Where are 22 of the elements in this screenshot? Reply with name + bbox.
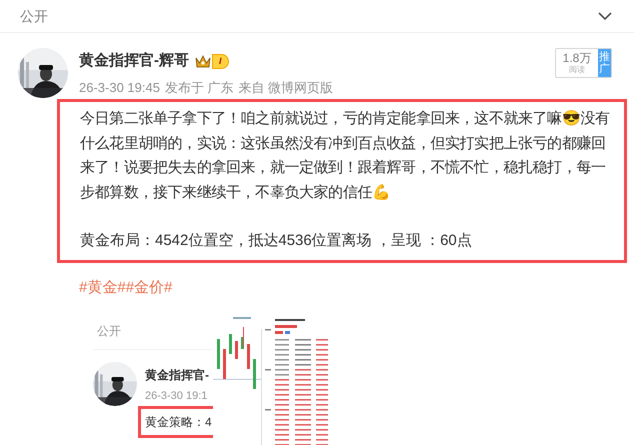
section-title: 公开 (20, 6, 48, 26)
image-section-title: 公开 (97, 324, 121, 338)
read-label: 阅读 (569, 65, 585, 75)
read-count: 1.8万 (562, 51, 592, 65)
hashtag-link[interactable]: #黄金# (79, 276, 126, 299)
image-author-name: 黄金指挥官- (145, 367, 209, 384)
post-time[interactable]: 26-3-30 19:45 (79, 78, 160, 97)
promote-button[interactable]: 推广 (598, 49, 611, 77)
avatar[interactable] (18, 48, 68, 98)
image-post-time: 26-3-30 19:1 (145, 389, 208, 404)
vip-badge: I (212, 54, 229, 69)
post-source: 来自 微博网页版 (238, 78, 334, 96)
post-text: 今日第二张单子拿下了！咱之前就说过，亏的肯定能拿回来，这不就来了嘛😎没有什么花里胡哨的，实说：这张虽然没有冲到百点收益，但实打实把上张亏的都赚回来了！说要把失去的拿回来，就一定做到！跟着辉哥，不慌不忙，稳扎稳打，每一步都算数，接下来继续干，不辜负大家的信任💪 (80, 109, 611, 202)
candlestick-chart-drawing (213, 317, 261, 389)
post-location: 发布于 广东 (164, 78, 234, 96)
author-name[interactable]: 黄金指挥官-辉哥 (79, 50, 189, 72)
image-post-text: 黄金策略：4 (145, 414, 212, 431)
avatar[interactable] (93, 362, 137, 406)
summary-text: 黄金布局：4542位置空，抵达4536位置离场 ，呈现 ：60点 (80, 231, 473, 251)
hashtag-link[interactable]: #金价# (126, 276, 172, 299)
crown-icon (195, 54, 211, 68)
chevron-icon[interactable] (598, 12, 612, 20)
